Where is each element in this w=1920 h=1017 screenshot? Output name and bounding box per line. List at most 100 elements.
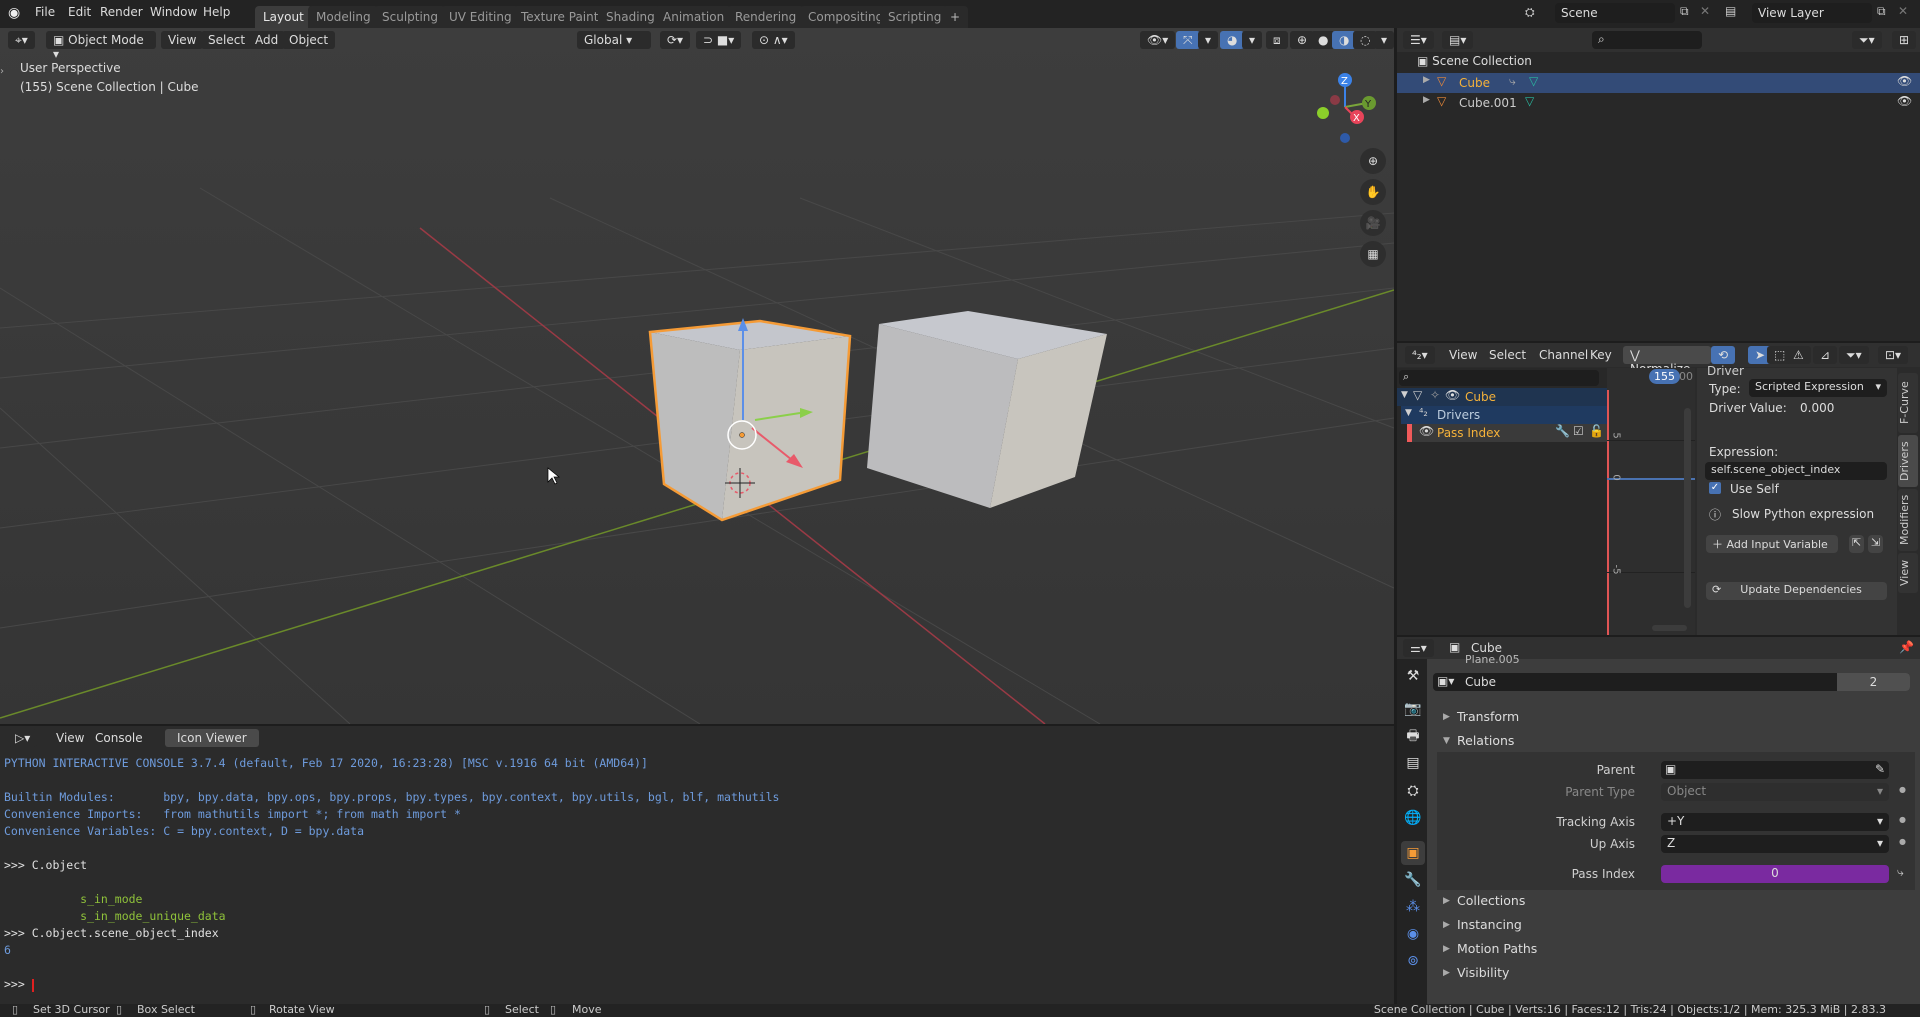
scene-icon[interactable]: ⛭ xyxy=(1525,5,1535,20)
collapse-arrow-icon[interactable]: ▼ xyxy=(1401,390,1408,400)
modifier-wrench-icon[interactable]: 🔧 xyxy=(1555,424,1570,438)
tab-view[interactable]: View xyxy=(1898,553,1918,593)
mesh-data-icon[interactable]: ▽ xyxy=(1529,74,1538,88)
scene-collection-row[interactable]: ▣ Scene Collection xyxy=(1417,54,1532,68)
orientation-dropdown[interactable]: Global ▾ xyxy=(577,31,651,49)
render-tab-icon[interactable]: 📷 xyxy=(1401,697,1425,721)
menu-help[interactable]: Help xyxy=(203,5,230,19)
paste-variables-icon[interactable]: ⇲ xyxy=(1868,535,1884,553)
keyframe-dot-icon[interactable]: ● xyxy=(1899,815,1906,824)
object-datablock-field[interactable]: ▣▾ Cube 2 xyxy=(1433,673,1910,691)
expand-arrow-icon[interactable]: ▶ xyxy=(1423,95,1430,105)
tab-rendering[interactable]: Rendering xyxy=(727,6,805,28)
menu-window[interactable]: Window xyxy=(150,5,197,19)
keyframe-dot-icon[interactable]: ● xyxy=(1899,837,1906,846)
up-axis-dropdown[interactable]: Z ▾ xyxy=(1661,835,1889,853)
only-errors-icon[interactable]: ⚠ xyxy=(1786,346,1811,364)
visibility-eye-icon[interactable]: 👁 xyxy=(1897,94,1912,108)
drivers-menu-key[interactable]: Key xyxy=(1590,348,1612,362)
update-dependencies-button[interactable]: ⟳ Update Dependencies xyxy=(1706,582,1887,600)
expression-input[interactable]: self.scene_object_index xyxy=(1705,462,1887,480)
new-view-layer-icon[interactable]: ⧉ xyxy=(1877,4,1886,19)
drivers-editor-type-icon[interactable]: ⁴₂▾ xyxy=(1405,346,1435,364)
channel-drivers[interactable]: ▼ ⁴₂ Drivers xyxy=(1401,406,1607,424)
copy-variables-icon[interactable]: ⇱ xyxy=(1849,535,1865,553)
tab-animation[interactable]: Animation xyxy=(655,6,733,28)
drivers-editor[interactable]: ⁴₂▾ View Select Channel Key ⋁ Normalize … xyxy=(1397,343,1920,635)
pan-hand-icon[interactable]: ✋ xyxy=(1360,179,1386,205)
horizontal-scrollbar[interactable] xyxy=(1652,625,1687,631)
panel-collections[interactable]: ▶ Collections xyxy=(1437,890,1915,912)
pass-index-field[interactable]: 0 xyxy=(1661,865,1889,883)
scene-tab-icon[interactable]: ⛭ xyxy=(1401,779,1425,803)
tab-uv-editing[interactable]: UV Editing xyxy=(441,6,520,28)
tab-sculpting[interactable]: Sculpting xyxy=(374,6,447,28)
visibility-icon[interactable]: 👁▾ xyxy=(1140,31,1176,49)
user-count[interactable]: 2 xyxy=(1837,673,1910,691)
use-self-checkbox[interactable]: ✓ xyxy=(1709,482,1721,494)
delete-scene-icon[interactable]: ✕ xyxy=(1700,4,1710,18)
tab-shading[interactable]: Shading xyxy=(598,6,663,28)
scene-field[interactable]: Scene xyxy=(1555,3,1675,23)
tool-tab-icon[interactable]: ⚒ xyxy=(1401,664,1425,688)
delete-view-layer-icon[interactable]: ✕ xyxy=(1898,4,1908,18)
menu-view[interactable]: View xyxy=(161,31,204,49)
pivot-icon[interactable]: ⊡▾ xyxy=(1878,346,1909,364)
mode-dropdown[interactable]: ▣ Object Mode ▾ xyxy=(46,31,156,61)
mesh-data-icon[interactable]: ▽ xyxy=(1525,94,1534,108)
auto-normalize-icon[interactable]: ⟲ xyxy=(1711,346,1736,364)
tab-modifiers[interactable]: Modifiers xyxy=(1898,489,1918,551)
editor-type-icon[interactable]: ⌖▾ xyxy=(8,31,35,49)
output-tab-icon[interactable]: 🖶 xyxy=(1401,724,1425,748)
outliner-search-input[interactable]: ⌕ xyxy=(1592,31,1702,49)
orthographic-grid-icon[interactable]: ▦ xyxy=(1360,241,1386,267)
pin-icon[interactable]: 📌 xyxy=(1899,640,1914,654)
shading-dropdown-icon[interactable]: ▾ xyxy=(1374,31,1394,49)
physics-tab-icon[interactable]: ◉ xyxy=(1401,922,1425,946)
icon-viewer-button[interactable]: Icon Viewer xyxy=(165,729,259,747)
outliner-editor-type-icon[interactable]: ☰▾ xyxy=(1403,31,1434,49)
drivers-menu-channel[interactable]: Channel xyxy=(1539,348,1588,362)
pin-icon[interactable]: ✧ xyxy=(1430,388,1440,402)
panel-transform[interactable]: ▶ Transform xyxy=(1437,706,1915,728)
driver-graph[interactable]: 155 00 5 0 -5 xyxy=(1607,368,1695,635)
driver-icon[interactable]: ⤷ xyxy=(1897,865,1904,880)
collapse-arrow-icon[interactable]: ▼ xyxy=(1405,408,1412,418)
zoom-icon[interactable]: ⊕ xyxy=(1360,148,1386,174)
object-icon[interactable]: ▣▾ xyxy=(1437,674,1454,688)
overlays-dropdown-icon[interactable]: ▾ xyxy=(1242,31,1263,49)
parent-type-dropdown[interactable]: Object ▾ xyxy=(1661,783,1889,801)
3d-viewport[interactable]: ⌖▾ ▣ Object Mode ▾ View Select Add Objec… xyxy=(0,28,1394,724)
filters-icon[interactable]: ⏷▾ xyxy=(1839,346,1869,364)
expand-arrow-icon[interactable]: ▶ xyxy=(1423,75,1430,85)
channel-pass-index[interactable]: 👁 Pass Index 🔧 ☑ 🔓 xyxy=(1407,424,1607,442)
display-mode-icon[interactable]: ▤▾ xyxy=(1442,31,1474,49)
driver-type-dropdown[interactable]: Scripted Expression ▾ xyxy=(1749,379,1887,397)
proportional-edit-icon[interactable]: ⊙ ∧▾ xyxy=(752,31,795,49)
python-console[interactable]: ▷▾ View Console Icon Viewer PYTHON INTER… xyxy=(0,726,1394,1004)
new-collection-icon[interactable]: ⊞ xyxy=(1892,31,1917,49)
console-menu-console[interactable]: Console xyxy=(95,731,143,745)
fcurve-visibility-icon[interactable]: ⊿ xyxy=(1813,346,1838,364)
properties-editor[interactable]: ⚌▾ ▣ Cube 📌 ⚒ 📷 🖶 ▤ ⛭ 🌐 ▣ 🔧 ⁂ ◉ ⊚ Plane.… xyxy=(1397,637,1920,1004)
modifier-tab-icon[interactable]: 🔧 xyxy=(1401,868,1425,892)
snap-icon[interactable]: ⊃ ■▾ xyxy=(696,31,742,49)
pivot-point-icon[interactable]: ⟳▾ xyxy=(660,31,691,49)
vertical-scrollbar[interactable] xyxy=(1684,408,1691,608)
normalize-toggle[interactable]: ⋁ Normalize xyxy=(1623,346,1711,376)
panel-relations[interactable]: ▼ Relations xyxy=(1437,730,1915,752)
toolbar-expand-icon[interactable]: › xyxy=(0,66,4,77)
tab-drivers[interactable]: Drivers xyxy=(1898,435,1918,487)
gizmo-toggle-icon[interactable]: ⤧ xyxy=(1176,31,1200,49)
properties-editor-type-icon[interactable]: ⚌▾ xyxy=(1403,639,1434,657)
new-scene-icon[interactable]: ⧉ xyxy=(1680,4,1689,19)
blender-logo-icon[interactable]: ◉ xyxy=(8,5,20,21)
menu-object[interactable]: Object xyxy=(282,31,336,49)
visibility-eye-icon[interactable]: 👁 xyxy=(1897,74,1912,88)
visibility-eye-icon[interactable]: 👁 xyxy=(1445,388,1460,402)
tab-texture-paint[interactable]: Texture Paint xyxy=(513,6,607,28)
outliner-item-cube-001[interactable]: ▶ ▽ Cube.001 ▽ 👁 xyxy=(1397,93,1920,113)
view-layer-field[interactable]: View Layer xyxy=(1752,3,1872,23)
outliner[interactable]: ☰▾ ▤▾ ⌕ ⏷▾ ⊞ ▣ Scene Collection ▶ ▽ Cube… xyxy=(1397,28,1920,341)
channel-cube[interactable]: ▼ ▽ ✧ 👁 Cube xyxy=(1397,388,1607,406)
